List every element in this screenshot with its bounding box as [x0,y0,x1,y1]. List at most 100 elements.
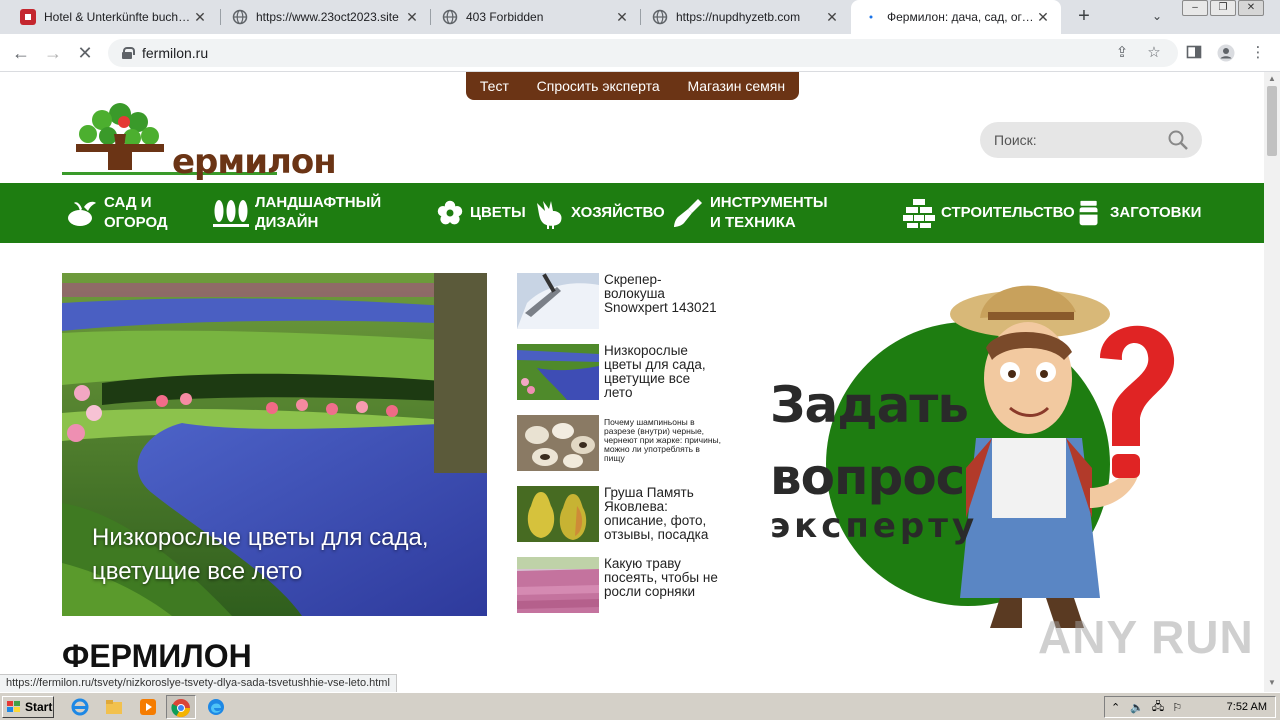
nav-tools[interactable]: Инструменты и техника [672,183,842,243]
scroll-up-arrow-icon[interactable]: ▲ [1268,74,1276,83]
browser-tab[interactable]: https://nupdhyzetb.com ✕ [640,0,850,34]
list-item[interactable]: Низкорослые цветы для сада, цветущие все… [517,344,722,401]
chrome-icon [171,699,190,718]
main-navigation: Сад и огород Ландшафтный дизайн Цветы Хо… [0,183,1264,243]
article-title: Низкорослые цветы для сада, цветущие все… [604,343,706,400]
list-item[interactable]: Скрепер-волокуша Snowxpert 143021 [517,273,722,330]
close-tab-icon[interactable]: ✕ [614,9,630,26]
nav-flowers[interactable]: Цветы [436,183,526,243]
browser-tab[interactable]: 403 Forbidden ✕ [430,0,640,34]
flowers-thumbnail [517,344,599,400]
close-tab-icon[interactable]: ✕ [192,9,208,26]
tab-title: Hotel & Unterkünfte buchen | A [44,10,192,24]
nav-label: Хозяйство [571,204,665,221]
flower-icon [437,200,463,225]
promo-line-1: Задать [770,376,969,434]
top-menu-seed-shop[interactable]: Магазин семян [687,78,785,94]
nav-landscape[interactable]: Ландшафтный дизайн [213,183,393,243]
network-icon[interactable]: 🖧 [1152,698,1164,717]
pears-thumbnail [517,486,599,542]
booking-favicon-icon [20,9,36,25]
windows-taskbar: Start ⌃ 🔈 🖧 ⚐ 7:52 AM [0,692,1280,720]
rooster-icon [537,201,562,229]
forward-icon[interactable]: → [42,42,64,64]
profile-avatar-icon[interactable] [1217,44,1235,62]
browser-tab-active[interactable]: Фермилон: дача, сад, огород ✕ [851,0,1061,34]
tab-search-chevron-icon[interactable]: ⌄ [1152,9,1162,23]
scrollbar-thumb[interactable] [1267,86,1277,156]
back-icon[interactable]: ← [10,42,32,64]
ie-icon[interactable] [70,697,90,717]
browser-toolbar: ← → ✕ fermilon.ru ⇪ ☆ ⋮ [0,34,1280,72]
search-icon[interactable] [1168,130,1188,150]
clock: 7:52 AM [1226,701,1267,713]
share-icon[interactable]: ⇪ [1113,44,1131,62]
explorer-folder-icon[interactable] [104,697,124,717]
nav-label: Заготовки [1110,204,1202,221]
list-item[interactable]: Почему шампиньоны в разрезе (внутри) чер… [517,415,722,472]
ask-expert-banner[interactable]: Задать вопрос эксперту [760,268,1190,638]
nav-construction[interactable]: Строительство [903,183,1075,243]
stop-loading-icon[interactable]: ✕ [74,42,96,64]
scroll-down-arrow-icon[interactable]: ▼ [1268,678,1276,687]
page-scrollbar[interactable]: ▲ ▼ [1264,72,1280,692]
flag-icon[interactable]: ⚐ [1172,701,1182,714]
side-panel-icon[interactable] [1185,44,1203,62]
bricks-icon [903,199,935,228]
hero-caption[interactable]: Низкорослые цветы для сада, цветущие все… [92,521,472,589]
chrome-taskbar-button[interactable] [166,695,196,719]
list-item[interactable]: Какую траву посеять, чтобы не росли сорн… [517,557,722,614]
address-text: fermilon.ru [142,45,209,61]
volume-icon[interactable]: 🔈 [1130,701,1144,714]
trees-icon [213,200,249,227]
nav-label: Сад и огород [104,194,168,231]
promo-line-3: эксперту [770,506,979,546]
globe-icon [652,9,668,25]
maximize-icon[interactable]: ❐ [1210,0,1236,16]
close-tab-icon[interactable]: ✕ [1035,9,1051,26]
browser-tab-strip: Hotel & Unterkünfte buchen | A ✕ https:/… [0,0,1280,34]
mushrooms-thumbnail [517,415,599,471]
site-logo[interactable]: ермилон [62,98,337,182]
edge-icon[interactable] [206,697,226,717]
close-tab-icon[interactable]: ✕ [404,9,420,26]
system-tray: ⌃ 🔈 🖧 ⚐ 7:52 AM [1104,696,1276,718]
anyrun-watermark: ANY RUN [1038,611,1254,663]
windows-logo-icon [7,701,20,712]
browser-menu-icon[interactable]: ⋮ [1249,44,1267,62]
top-menu-test[interactable]: Тест [480,78,509,94]
nav-household[interactable]: Хозяйство [533,183,665,243]
loading-dot-icon [863,9,879,25]
promo-line-2: вопрос [770,448,965,506]
logo-text: ермилон [172,142,337,182]
tab-title: https://www.23oct2023.site [256,10,399,24]
tab-title: Фермилон: дача, сад, огород [887,10,1035,24]
media-player-icon[interactable] [138,697,158,717]
top-menu-ask-expert[interactable]: Спросить эксперта [537,78,660,94]
globe-icon [232,9,248,25]
minimize-icon[interactable]: – [1182,0,1208,16]
bookmark-star-icon[interactable]: ☆ [1145,44,1163,62]
link-status-bar: https://fermilon.ru/tsvety/nizkoroslye-t… [0,674,397,692]
start-button[interactable]: Start [2,696,54,718]
lock-icon [122,47,135,59]
web-page: Тест Спросить эксперта Магазин семян ерм… [0,72,1264,692]
browser-tab[interactable]: https://www.23oct2023.site ✕ [220,0,430,34]
search-box [980,122,1202,158]
nav-garden[interactable]: Сад и огород [66,183,186,243]
window-controls: – ❐ ✕ [1182,0,1264,18]
article-title: Почему шампиньоны в разрезе (внутри) чер… [604,417,722,463]
article-title: Груша Память Яковлева: описание, фото, о… [604,485,709,542]
start-label: Start [25,700,53,714]
new-tab-button[interactable]: + [1072,5,1096,28]
nav-label: Ландшафтный дизайн [255,194,382,231]
close-tab-icon[interactable]: ✕ [824,9,840,26]
close-window-icon[interactable]: ✕ [1238,0,1264,16]
nav-preserves[interactable]: Заготовки [1078,183,1201,243]
search-input[interactable] [994,132,1164,148]
browser-tab[interactable]: Hotel & Unterkünfte buchen | A ✕ [8,0,218,34]
list-item[interactable]: Груша Память Яковлева: описание, фото, о… [517,486,722,543]
tray-expand-icon[interactable]: ⌃ [1111,701,1120,714]
hero-article[interactable]: Низкорослые цветы для сада, цветущие все… [62,273,487,616]
address-bar[interactable]: fermilon.ru [108,39,1178,67]
